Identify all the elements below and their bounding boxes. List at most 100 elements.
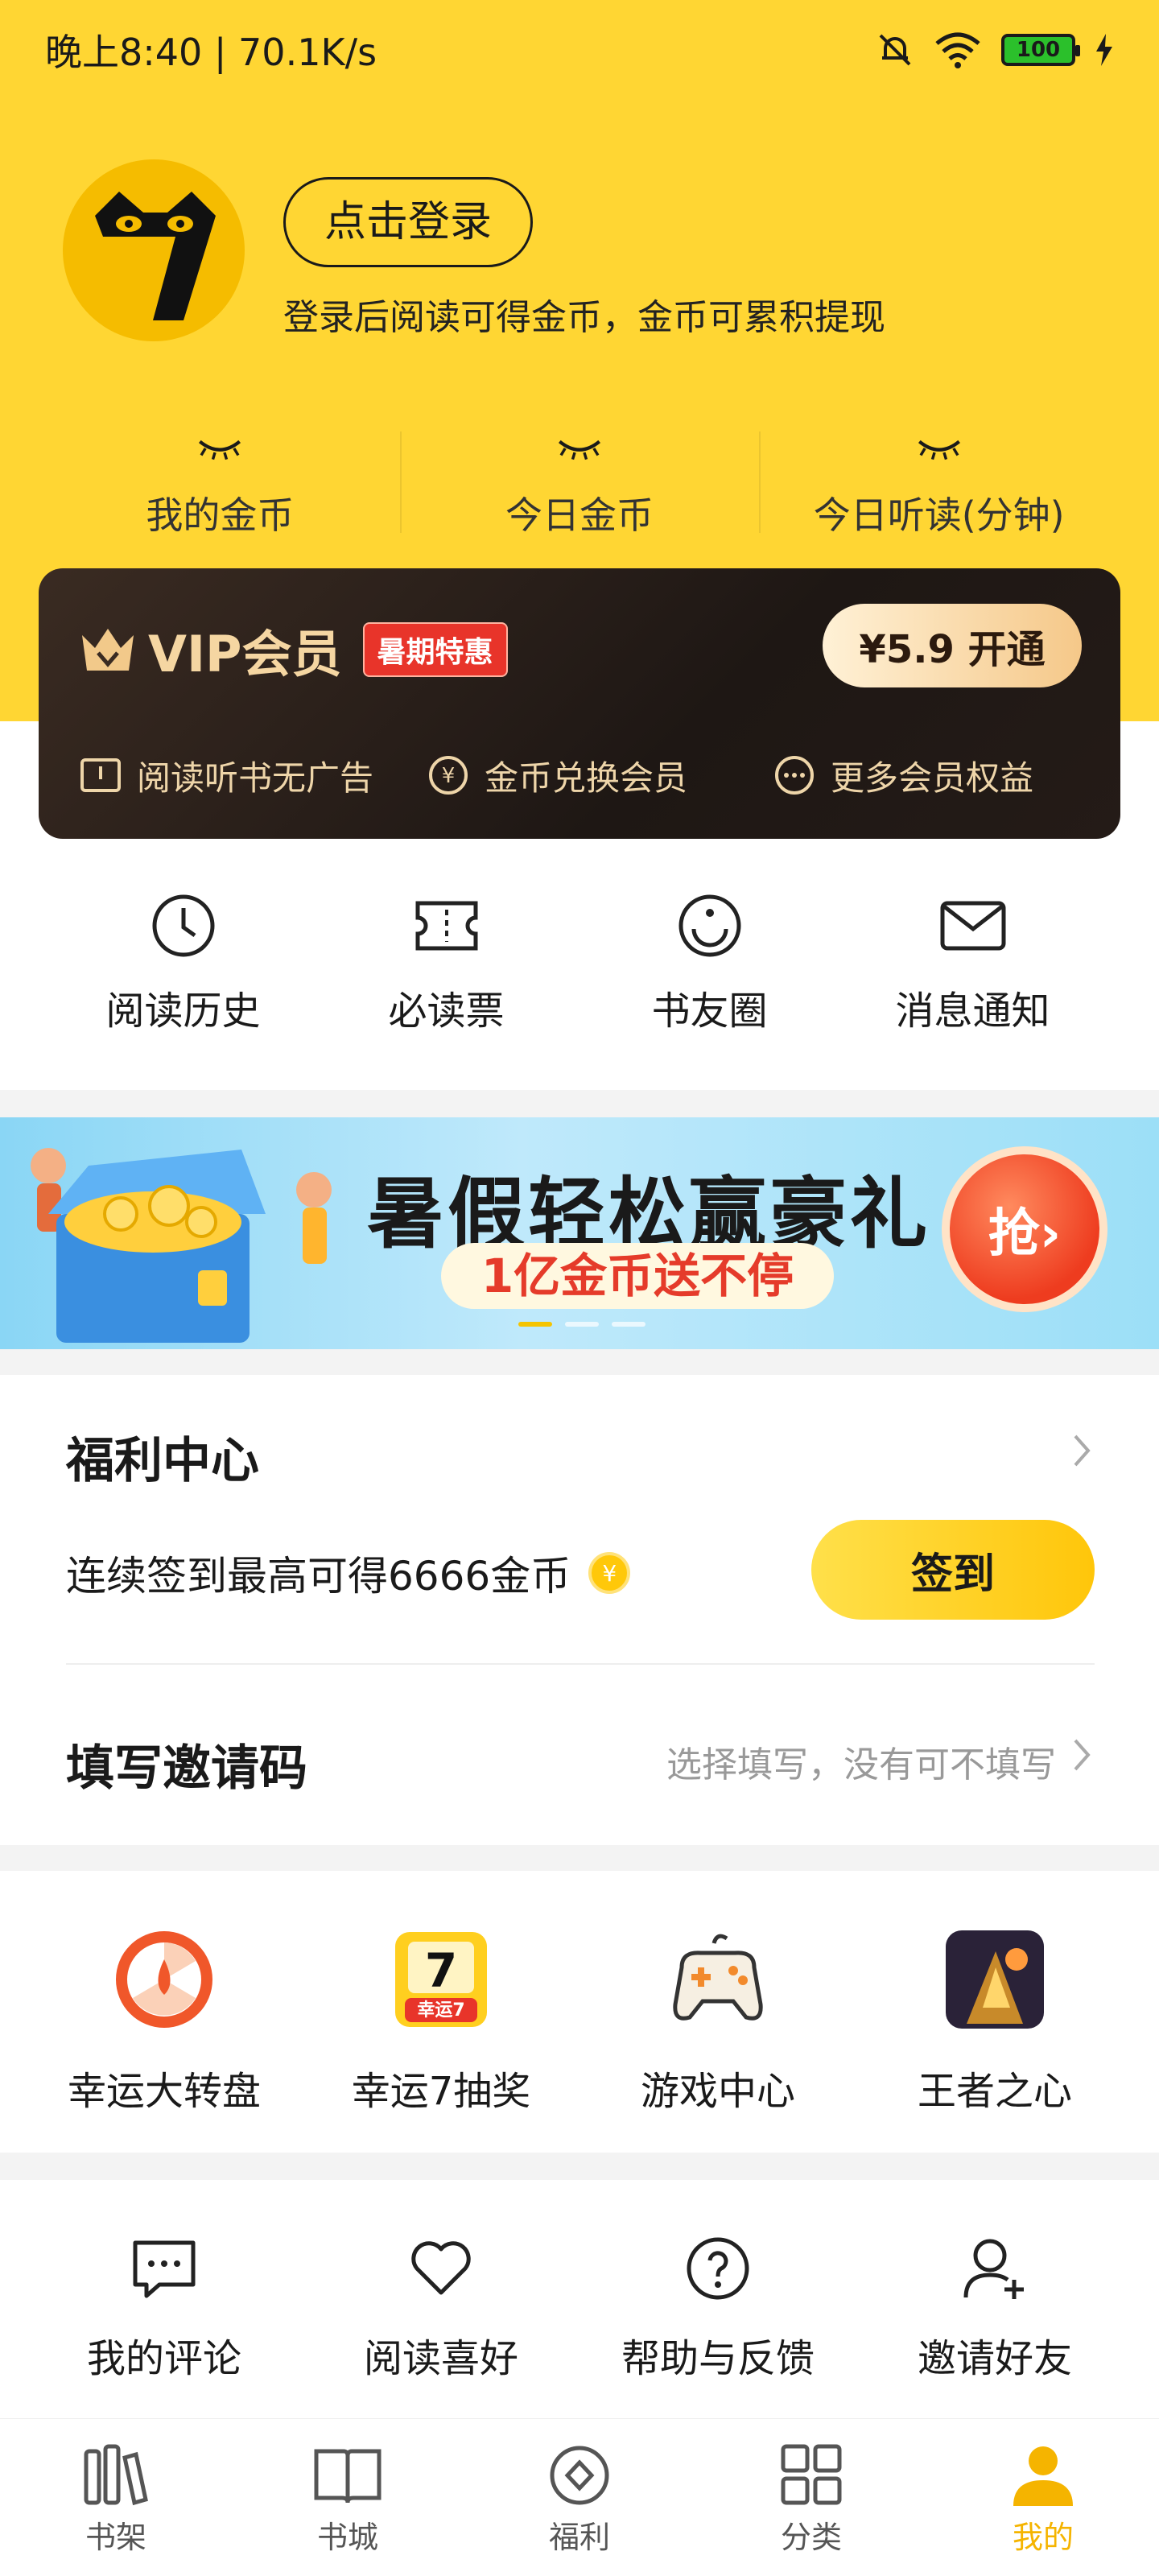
stat-my-coins[interactable]: 我的金币 [40,427,400,539]
tab-mine[interactable]: 我的 [927,2419,1159,2576]
sign-in-hint-text: 连续签到最高可得6666金币 [66,1553,571,1600]
charging-icon [1096,34,1112,66]
status-icons: 100 [876,31,1114,69]
status-bar: 晚上8:40 | 70.1K/s 100 [0,0,1159,100]
games-row: 幸运大转盘 7 幸运7 幸运7抽奖 游戏中心 王者之心 [0,1927,1159,2116]
stat-label: 今日金币 [505,493,654,537]
treasure-chest-illustration [31,1148,332,1343]
login-box: 点击登录 登录后阅读可得金币，金币可累积提现 [283,177,885,340]
welfare-title[interactable]: 福利中心 [66,1422,259,1492]
quick-reading-history[interactable]: 阅读历史 [52,892,315,1035]
svg-text:¥: ¥ [442,764,456,788]
perk-label: 阅读听书无广告 [137,758,374,798]
vip-open-button[interactable]: ¥5.9 开通 [823,604,1082,687]
perk-no-ads[interactable]: 阅读听书无广告 [79,751,427,800]
perk-more[interactable]: 更多会员权益 [773,751,1033,800]
login-hint: 登录后阅读可得金币，金币可累积提现 [283,297,885,338]
closed-eye-icon [199,440,241,460]
pager-dot [612,1322,645,1327]
profile-section: 点击登录 登录后阅读可得金币，金币可累积提现 [63,159,885,341]
battery-level: 100 [1016,38,1061,62]
game-king-heart[interactable]: 王者之心 [856,1927,1133,2116]
game-label: 幸运7抽奖 [351,2069,531,2114]
battery-icon: 100 [1001,34,1080,66]
avatar[interactable] [63,159,245,341]
game-lucky-wheel[interactable]: 幸运大转盘 [26,1927,303,2116]
tab-bookstore[interactable]: 书城 [232,2419,464,2576]
chevron-right-icon[interactable] [1070,1737,1093,1773]
banner-grab-button[interactable]: 抢› [942,1146,1107,1312]
divider [66,1663,1095,1665]
tab-bookshelf[interactable]: 书架 [0,2419,232,2576]
promo-banner[interactable]: 暑假轻松赢豪礼 1亿金币送不停 抢› [0,1117,1159,1349]
status-time-speed: 晚上8:40 | 70.1K/s [45,31,377,74]
game-thumb-icon [946,1930,1044,2029]
tab-label: 分类 [780,2520,842,2555]
circle-icon [678,894,740,957]
game-label: 幸运大转盘 [67,2069,261,2114]
bottom-tab-bar: 书架 书城 福利 分类 我的 [0,2418,1159,2576]
quick-messages[interactable]: 消息通知 [841,892,1104,1035]
sign-in-button[interactable]: 签到 [811,1520,1095,1620]
invite-code-title[interactable]: 填写邀请码 [66,1729,307,1799]
invite-code-hint[interactable]: 选择填写，没有可不填写 [666,1736,1056,1787]
tab-category[interactable]: 分类 [695,2419,927,2576]
tab-welfare[interactable]: 福利 [464,2419,695,2576]
lucky7-badge-text: 幸运7 [417,2000,464,2021]
welfare-icon [550,2446,609,2505]
chevron-right-icon[interactable] [1070,1433,1093,1468]
game-label: 游戏中心 [640,2069,795,2114]
wheel-icon [116,1931,212,2028]
banner-subtitle: 1亿金币送不停 [441,1243,834,1309]
ticket-icon [415,901,477,951]
tab-label: 福利 [548,2520,610,2555]
tool-invite-friends[interactable]: 邀请好友 [856,2235,1133,2383]
mute-bell-icon [879,34,911,66]
quick-book-friends[interactable]: 书友圈 [578,892,841,1035]
quick-label: 必读票 [388,989,505,1034]
tool-label: 邀请好友 [917,2336,1072,2381]
help-icon [687,2237,749,2300]
more-icon [775,756,814,795]
game-center[interactable]: 游戏中心 [580,1927,856,2116]
mail-icon [940,901,1005,951]
game-lucky7[interactable]: 7 幸运7 幸运7抽奖 [303,1927,580,2116]
grid-icon [781,2444,842,2505]
stat-today-coins[interactable]: 今日金币 [399,427,760,539]
vip-perks: 阅读听书无广告 ¥ 金币兑换会员 更多会员权益 [79,747,1093,803]
coin-icon: ¥ [429,756,468,795]
vip-card[interactable]: VIP会员 暑期特惠 ¥5.9 开通 阅读听书无广告 ¥ 金币兑换会员 更多会员… [39,568,1120,839]
closed-eye-icon [558,440,601,460]
perk-label: 金币兑换会员 [485,758,688,798]
sign-in-hint: 连续签到最高可得6666金币 ¥ [66,1544,631,1602]
vip-title-text: VIP会员 [148,625,342,683]
tool-reading-preference[interactable]: 阅读喜好 [303,2235,580,2383]
pager-dot [565,1322,599,1327]
tab-label: 我的 [1012,2520,1074,2555]
login-button[interactable]: 点击登录 [283,177,534,267]
quick-must-read-ticket[interactable]: 必读票 [315,892,578,1035]
perk-coin-exchange[interactable]: ¥ 金币兑换会员 [427,751,773,800]
stat-today-listen[interactable]: 今日听读(分钟) [759,427,1119,539]
clock-icon [152,894,214,957]
quick-label: 阅读历史 [105,989,261,1034]
quick-label: 消息通知 [895,989,1050,1034]
tool-label: 我的评论 [86,2336,241,2381]
quick-nav-row: 阅读历史 必读票 书友圈 消息通知 [0,892,1159,1035]
open-book-icon [314,2449,382,2504]
bookshelf-icon [84,2444,148,2506]
tool-label: 帮助与反馈 [621,2336,815,2381]
game-label: 王者之心 [917,2069,1072,2114]
tool-my-comments[interactable]: 我的评论 [26,2235,303,2383]
comment-icon [133,2240,196,2298]
lucky7-icon: 7 幸运7 [395,1932,487,2027]
tool-help-feedback[interactable]: 帮助与反馈 [580,2235,856,2383]
gamepad-icon [673,1934,763,2021]
tools-row: 我的评论 阅读喜好 帮助与反馈 邀请好友 [0,2235,1159,2383]
vip-promo-badge: 暑期特惠 [362,622,508,677]
closed-eye-icon [918,440,960,460]
book-icon [80,758,121,792]
crown-icon [82,629,134,671]
banner-pager [518,1322,645,1327]
tool-label: 阅读喜好 [363,2336,518,2381]
